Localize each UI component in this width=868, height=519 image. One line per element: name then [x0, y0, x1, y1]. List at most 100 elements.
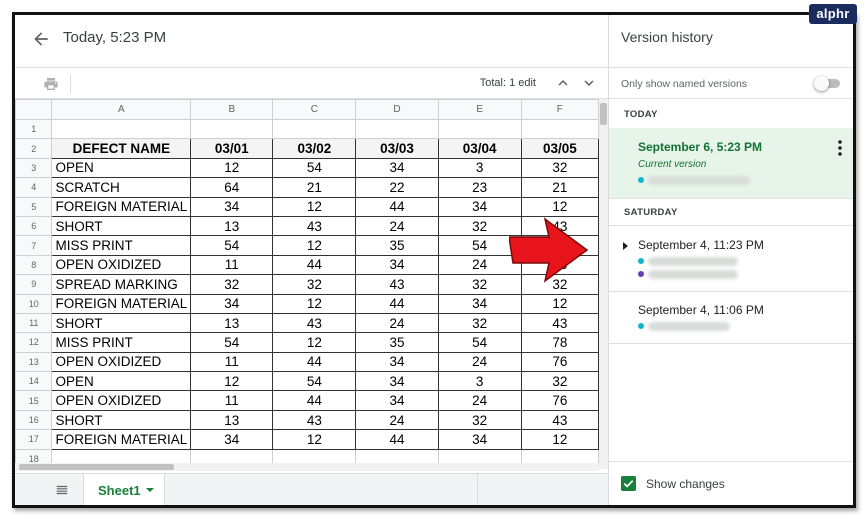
sheet-cell[interactable]: OPEN [51, 157, 192, 179]
chevron-down-icon[interactable] [580, 74, 598, 92]
sheet-cell[interactable]: 78 [520, 332, 599, 353]
sheet-cell[interactable]: 12 [190, 157, 274, 179]
sheet-cell[interactable]: 24 [437, 390, 522, 411]
sheet-cell[interactable]: 21 [520, 177, 599, 198]
horizontal-scroll-thumb[interactable] [19, 464, 174, 470]
sheet-cell[interactable]: 03/05 [520, 138, 599, 159]
vertical-scroll-thumb[interactable] [600, 103, 607, 125]
sheet-cell[interactable]: 34 [190, 429, 274, 450]
column-header[interactable]: F [520, 99, 599, 120]
column-header[interactable]: C [272, 99, 357, 120]
sheet-cell[interactable]: 43 [272, 215, 357, 237]
sheet-cell[interactable]: 03/03 [355, 138, 439, 159]
sheet-cell[interactable]: 54 [190, 332, 274, 353]
sheet-cell[interactable] [520, 118, 599, 140]
sheet-cell[interactable]: 11 [190, 351, 274, 373]
sheet-cell[interactable]: 22 [355, 177, 439, 198]
sheet-cell[interactable]: SHORT [51, 312, 192, 334]
row-header[interactable]: 12 [15, 332, 53, 353]
sheet-cell[interactable]: 34 [190, 196, 274, 217]
sheet-cell[interactable]: 44 [355, 196, 439, 217]
caret-down-icon[interactable] [146, 488, 154, 492]
row-header[interactable]: 14 [15, 371, 53, 392]
sheet-cell[interactable] [272, 118, 357, 140]
sheet-cell[interactable]: 34 [437, 429, 522, 450]
sheet-cell[interactable]: 12 [520, 429, 599, 450]
sheet-cell[interactable]: 43 [272, 312, 357, 334]
sheet-cell[interactable]: 43 [272, 409, 357, 431]
sheet-cell[interactable]: 13 [190, 215, 274, 237]
toggle-knob[interactable] [814, 76, 829, 91]
sheet-cell[interactable]: 34 [437, 196, 522, 217]
sheet-cell[interactable]: MISS PRINT [51, 235, 192, 256]
row-header[interactable]: 2 [15, 138, 53, 159]
sheet-cell[interactable]: 54 [437, 332, 522, 353]
sheet-cell[interactable]: 32 [190, 274, 274, 295]
sheet-cell[interactable]: SCRATCH [51, 177, 192, 198]
sheet-cell[interactable] [355, 118, 439, 140]
sheet-cell[interactable]: 3 [437, 157, 522, 179]
sheet-cell[interactable]: 34 [355, 157, 439, 179]
sheet-cell[interactable]: 32 [437, 409, 522, 431]
row-header[interactable]: 7 [15, 235, 53, 256]
sheet-cell[interactable]: 03/04 [437, 138, 522, 159]
sheet-cell[interactable]: OPEN OXIDIZED [51, 254, 192, 276]
row-header[interactable]: 13 [15, 351, 53, 373]
sheet-cell[interactable]: MISS PRINT [51, 332, 192, 353]
sheet-cell[interactable]: 12 [272, 196, 357, 217]
row-header[interactable]: 10 [15, 293, 53, 314]
sheet-cell[interactable]: FOREIGN MATERIAL [51, 293, 192, 314]
sheet-cell[interactable]: 34 [355, 371, 439, 392]
horizontal-scrollbar[interactable] [15, 463, 599, 471]
column-header[interactable]: A [51, 99, 192, 120]
row-header[interactable]: 3 [15, 157, 53, 179]
arrow-left-icon[interactable] [31, 29, 51, 49]
sheet-cell[interactable]: 12 [190, 371, 274, 392]
row-header[interactable]: 1 [15, 118, 53, 140]
sheet-cell[interactable]: 3 [437, 371, 522, 392]
sheet-cell[interactable]: 13 [190, 312, 274, 334]
sheet-table[interactable]: A B C D E F 1 2 DEFECT NAME 03/01 03/02 03/03 03/04 0… [15, 99, 599, 469]
sheet-cell[interactable]: 43 [520, 409, 599, 431]
sheet-cell[interactable]: 76 [520, 390, 599, 411]
checkbox-checked-icon[interactable] [621, 476, 636, 491]
sheet-cell[interactable]: FOREIGN MATERIAL [51, 429, 192, 450]
sheet-cell[interactable]: SPREAD MARKING [51, 274, 192, 295]
sheet-cell[interactable]: 12 [272, 429, 357, 450]
sheet-cell[interactable]: 44 [272, 351, 357, 373]
tab-sheet1[interactable]: Sheet1 [83, 474, 165, 505]
version-item-current[interactable]: September 6, 5:23 PM Current version [609, 128, 853, 198]
sheet-cell[interactable]: 12 [520, 196, 599, 217]
row-header[interactable]: 16 [15, 409, 53, 431]
sheet-cell[interactable]: 11 [190, 254, 274, 276]
sheet-cell[interactable]: 12 [272, 235, 357, 256]
sheet-cell[interactable]: 34 [355, 254, 439, 276]
sheet-cell[interactable]: 43 [520, 312, 599, 334]
all-sheets-menu-icon[interactable] [55, 483, 69, 497]
sheet-cell[interactable]: 44 [272, 254, 357, 276]
row-header[interactable]: 4 [15, 177, 53, 198]
sheet-cell[interactable]: 24 [355, 409, 439, 431]
sheet-cell[interactable]: 34 [355, 351, 439, 373]
sheet-cell[interactable]: 24 [355, 215, 439, 237]
sheet-cell[interactable]: 23 [437, 177, 522, 198]
sheet-cell[interactable]: 34 [190, 293, 274, 314]
sheet-cell[interactable]: 32 [272, 274, 357, 295]
sheet-cell[interactable]: 24 [355, 312, 439, 334]
sheet-cell[interactable]: OPEN OXIDIZED [51, 390, 192, 411]
sheet-cell[interactable]: 24 [437, 351, 522, 373]
row-header[interactable]: 11 [15, 312, 53, 334]
sheet-cell[interactable]: 35 [355, 332, 439, 353]
row-header[interactable]: 5 [15, 196, 53, 217]
column-header[interactable]: B [190, 99, 274, 120]
sheet-cell[interactable]: 03/02 [272, 138, 357, 159]
sheet-cell[interactable]: 32 [520, 371, 599, 392]
sheet-cell[interactable]: FOREIGN MATERIAL [51, 196, 192, 217]
spreadsheet-grid[interactable]: A B C D E F 1 2 DEFECT NAME 03/01 03/02 03/03 03/04 0… [15, 99, 599, 469]
sheet-cell[interactable]: 44 [272, 390, 357, 411]
sheet-cell[interactable]: OPEN [51, 371, 192, 392]
sheet-cell[interactable]: 32 [437, 312, 522, 334]
row-header[interactable]: 15 [15, 390, 53, 411]
column-header[interactable]: E [437, 99, 522, 120]
sheet-cell[interactable]: 54 [272, 371, 357, 392]
